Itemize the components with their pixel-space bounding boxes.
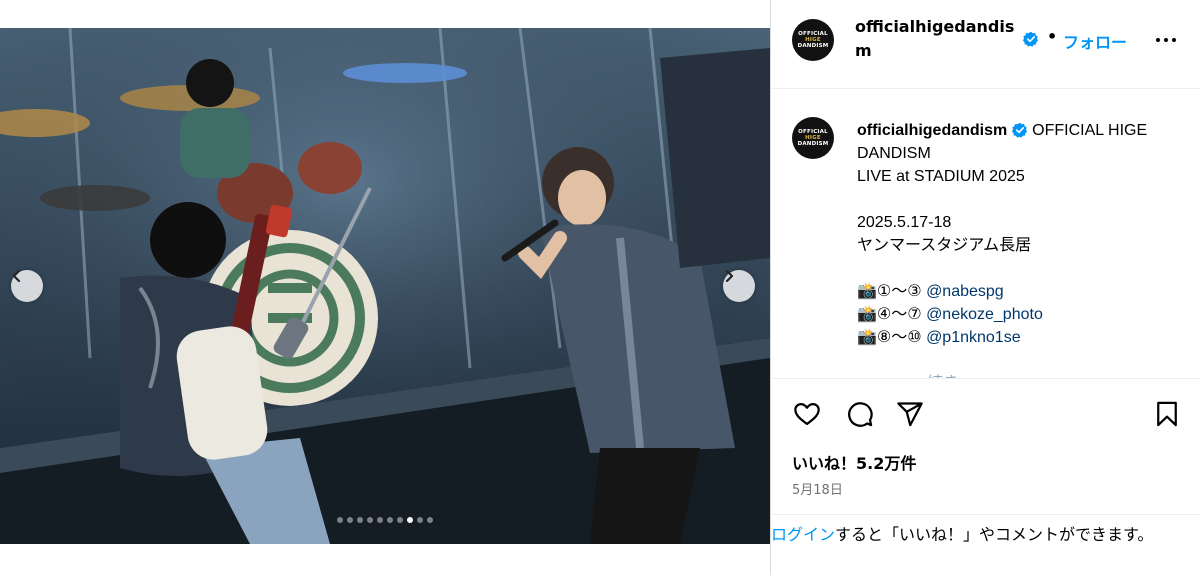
- caption-section: OFFICIAL HIGE DANDISM officialhigedandis…: [771, 89, 1200, 379]
- carousel-dot: [417, 517, 423, 523]
- caption-faded-more: 続き: [857, 372, 1187, 378]
- caption-date-line: 2025.5.17-18: [857, 214, 952, 231]
- chevron-right-icon: [725, 270, 734, 282]
- verified-badge-icon: [1023, 31, 1038, 47]
- follow-button[interactable]: フォロー: [1063, 29, 1127, 53]
- carousel-indicator: [0, 517, 770, 523]
- carousel-dot: [347, 517, 353, 523]
- caption-venue-line: ヤンマースタジアム長居: [857, 237, 1032, 254]
- share-icon[interactable]: [895, 400, 925, 428]
- avatar-line-3: DANDISM: [797, 141, 829, 147]
- photo-credit-line: 📸⑧〜⑩ @p1nkno1se: [857, 326, 1187, 349]
- credit-prefix: 📸⑧〜⑩: [857, 329, 927, 346]
- concert-photo[interactable]: [0, 28, 770, 544]
- login-link[interactable]: ログイン: [771, 525, 835, 544]
- carousel-dot: [337, 517, 343, 523]
- post-media: [0, 0, 770, 575]
- photo-credit-line: 📸①〜③ @nabespg: [857, 280, 1187, 303]
- mention-link[interactable]: @nabespg: [926, 283, 1004, 300]
- avatar-logo-text: OFFICIAL HIGE DANDISM: [798, 31, 829, 49]
- carousel-dot: [427, 517, 433, 523]
- caption-username[interactable]: officialhigedandism: [857, 122, 1007, 139]
- previous-image-button[interactable]: [11, 270, 43, 302]
- mention-link[interactable]: @nekoze_photo: [926, 306, 1043, 323]
- carousel-dot: [377, 517, 383, 523]
- post-header: OFFICIAL HIGE DANDISM officialhigedandis…: [771, 0, 1200, 89]
- header-separator: •: [1047, 27, 1058, 46]
- caption-title-line-2: LIVE at STADIUM 2025: [857, 168, 1025, 185]
- carousel-dot-active: [407, 517, 413, 523]
- verified-badge-icon: [1011, 122, 1027, 138]
- photo-illustration: [0, 28, 770, 544]
- comment-icon[interactable]: [845, 400, 875, 428]
- login-text: ログインすると「いいね！」やコメントができます。: [771, 523, 1200, 546]
- likes-count[interactable]: いいね！5.2万件: [792, 450, 916, 474]
- action-bar: [771, 380, 1200, 440]
- photo-credit-line: 📸④〜⑦ @nekoze_photo: [857, 303, 1187, 326]
- avatar-logo-text: OFFICIAL HIGE DANDISM: [798, 129, 829, 147]
- caption-avatar[interactable]: OFFICIAL HIGE DANDISM: [792, 117, 834, 159]
- heart-icon[interactable]: [792, 400, 822, 428]
- header-username[interactable]: officialhigedandism: [855, 15, 1015, 63]
- post-details-panel: OFFICIAL HIGE DANDISM officialhigedandis…: [770, 0, 1200, 575]
- chevron-left-icon: [12, 270, 21, 282]
- login-rest-text: すると「いいね！」やコメントができます。: [835, 525, 1154, 544]
- carousel-dot: [387, 517, 393, 523]
- bookmark-icon[interactable]: [1153, 400, 1181, 428]
- post-date[interactable]: 5月18日: [792, 479, 843, 498]
- login-prompt: ログインすると「いいね！」やコメントができます。: [771, 514, 1200, 575]
- more-options-icon[interactable]: [1151, 32, 1181, 48]
- carousel-dot: [367, 517, 373, 523]
- carousel-dot: [397, 517, 403, 523]
- avatar-line-3: DANDISM: [797, 43, 829, 49]
- carousel-dot: [357, 517, 363, 523]
- credit-prefix: 📸①〜③: [857, 283, 927, 300]
- next-image-button[interactable]: [723, 270, 755, 302]
- avatar[interactable]: OFFICIAL HIGE DANDISM: [792, 19, 834, 61]
- credit-prefix: 📸④〜⑦: [857, 306, 927, 323]
- caption-text: officialhigedandism OFFICIAL HIGE DANDIS…: [857, 119, 1187, 378]
- mention-link[interactable]: @p1nkno1se: [926, 329, 1021, 346]
